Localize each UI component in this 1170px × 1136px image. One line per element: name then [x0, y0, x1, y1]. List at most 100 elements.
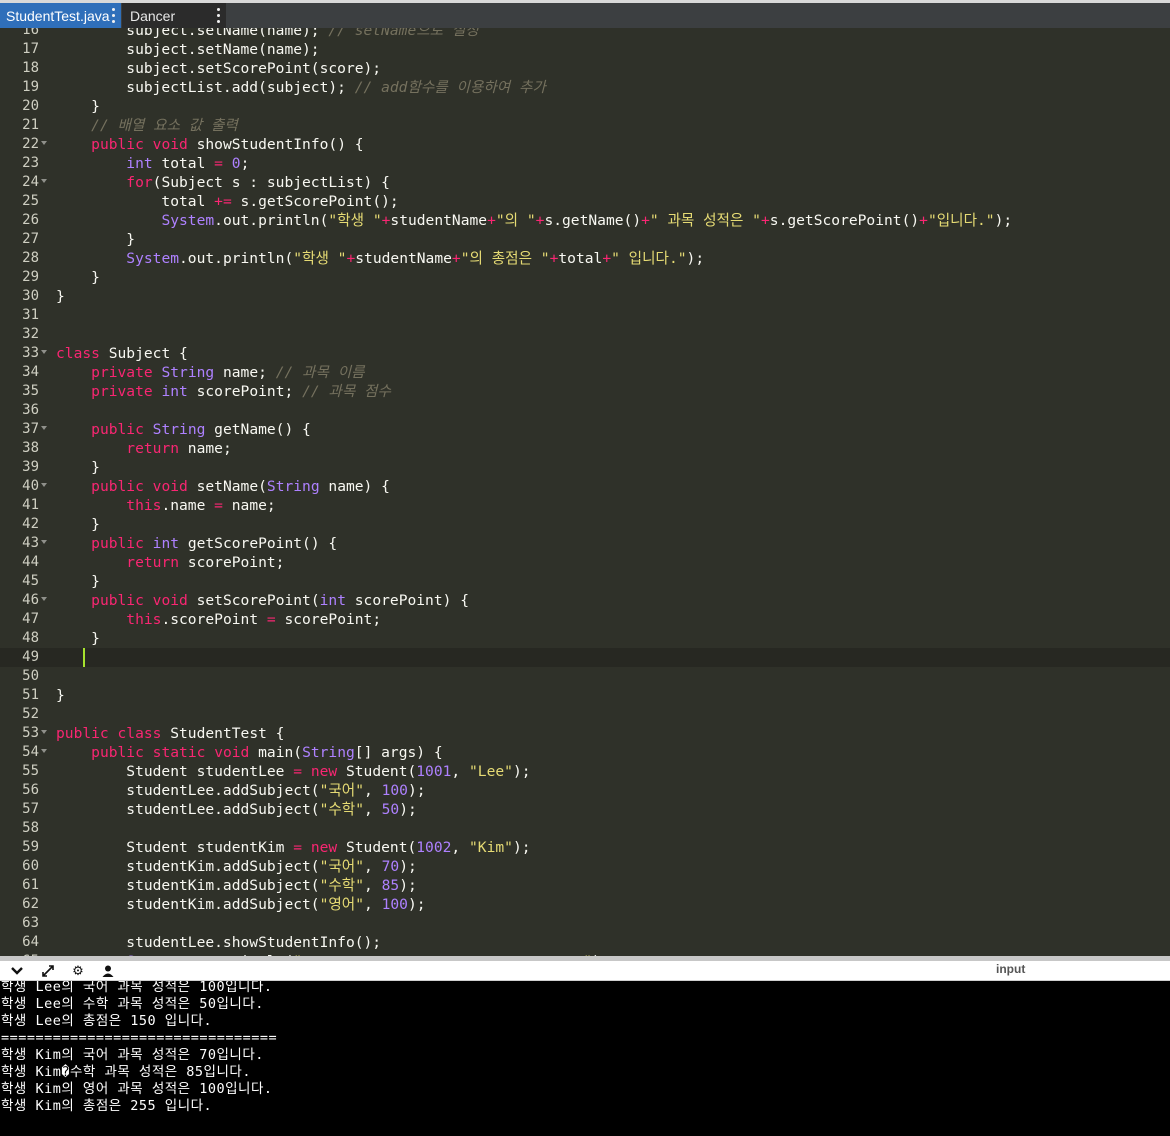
- code-line[interactable]: 50: [0, 667, 1170, 686]
- code-line[interactable]: 62 studentKim.addSubject("영어", 100);: [0, 895, 1170, 914]
- line-number: 48: [22, 630, 39, 646]
- code-line[interactable]: 29 }: [0, 268, 1170, 287]
- line-number: 23: [22, 155, 39, 171]
- code-text: subject.setName(name); // setName으로 설정: [56, 28, 479, 39]
- code-text: }: [56, 630, 100, 647]
- code-line[interactable]: 23 int total = 0;: [0, 154, 1170, 173]
- line-number: 55: [22, 763, 39, 779]
- code-line[interactable]: 51}: [0, 686, 1170, 705]
- line-number: 26: [22, 212, 39, 228]
- code-line[interactable]: 34 private String name; // 과목 이름: [0, 363, 1170, 382]
- code-line[interactable]: 45 }: [0, 572, 1170, 591]
- tab-bar: StudentTest.java Dancer: [0, 0, 1170, 28]
- fold-arrow-icon[interactable]: [41, 540, 47, 544]
- code-line[interactable]: 27 }: [0, 230, 1170, 249]
- code-line[interactable]: 48 }: [0, 629, 1170, 648]
- line-number: 53: [22, 725, 39, 741]
- code-line[interactable]: 44 return scorePoint;: [0, 553, 1170, 572]
- code-line[interactable]: 37 public String getName() {: [0, 420, 1170, 439]
- code-line[interactable]: 40 public void setName(String name) {: [0, 477, 1170, 496]
- console-line: 학생 Kim의 총점은 255 입니다.: [1, 1098, 213, 1114]
- fold-arrow-icon[interactable]: [41, 426, 47, 430]
- ide-window: StudentTest.java Dancer 16 subject.setNa…: [0, 0, 1170, 1136]
- code-line[interactable]: 63: [0, 914, 1170, 933]
- code-line[interactable]: 25 total += s.getScorePoint();: [0, 192, 1170, 211]
- fold-arrow-icon[interactable]: [41, 483, 47, 487]
- code-line[interactable]: 24 for(Subject s : subjectList) {: [0, 173, 1170, 192]
- code-line[interactable]: 21 // 배열 요소 값 출력: [0, 116, 1170, 135]
- code-line[interactable]: 53 public class StudentTest {: [0, 724, 1170, 743]
- code-line[interactable]: 58: [0, 819, 1170, 838]
- code-line[interactable]: 26 System.out.println("학생 "+studentName+…: [0, 211, 1170, 230]
- code-editor[interactable]: 16 subject.setName(name); // setName으로 설…: [0, 28, 1170, 956]
- gear-icon[interactable]: ⚙: [69, 962, 87, 980]
- code-text: studentKim.addSubject("수학", 85);: [56, 877, 417, 894]
- code-line[interactable]: 42 }: [0, 515, 1170, 534]
- code-line[interactable]: 59 Student studentKim = new Student(1002…: [0, 838, 1170, 857]
- code-text: Student studentLee = new Student(1001, "…: [56, 763, 531, 780]
- code-text: studentKim.addSubject("영어", 100);: [56, 896, 426, 913]
- fold-arrow-icon[interactable]: [41, 749, 47, 753]
- code-line[interactable]: 30}: [0, 287, 1170, 306]
- line-number: 52: [22, 706, 39, 722]
- code-line[interactable]: 16 subject.setName(name); // setName으로 설…: [0, 28, 1170, 40]
- code-line[interactable]: 31: [0, 306, 1170, 325]
- line-number: 33: [22, 345, 39, 361]
- code-line[interactable]: 33 class Subject {: [0, 344, 1170, 363]
- code-line[interactable]: 61 studentKim.addSubject("수학", 85);: [0, 876, 1170, 895]
- code-line[interactable]: 49: [0, 648, 1170, 667]
- code-line[interactable]: 20 }: [0, 97, 1170, 116]
- code-line[interactable]: 38 return name;: [0, 439, 1170, 458]
- code-text: private String name; // 과목 이름: [91, 364, 365, 381]
- code-text: this.scorePoint = scorePoint;: [126, 611, 382, 628]
- code-line[interactable]: 60 studentKim.addSubject("국어", 70);: [0, 857, 1170, 876]
- code-line[interactable]: 47 this.scorePoint = scorePoint;: [0, 610, 1170, 629]
- fold-arrow-icon[interactable]: [41, 730, 47, 734]
- code-line[interactable]: 52: [0, 705, 1170, 724]
- fold-arrow-icon[interactable]: [41, 141, 47, 145]
- code-line[interactable]: 39 }: [0, 458, 1170, 477]
- line-number: 61: [22, 877, 39, 893]
- line-number: 22: [22, 136, 39, 152]
- code-line[interactable]: 35 private int scorePoint; // 과목 점수: [0, 382, 1170, 401]
- line-number: 44: [22, 554, 39, 570]
- code-line[interactable]: 36: [0, 401, 1170, 420]
- user-icon[interactable]: [99, 962, 117, 980]
- code-text: this.name = name;: [126, 497, 276, 514]
- code-line[interactable]: 41 this.name = name;: [0, 496, 1170, 515]
- code-line[interactable]: 32: [0, 325, 1170, 344]
- line-number: 60: [22, 858, 39, 874]
- tab-menu-icon[interactable]: [216, 6, 220, 24]
- tab-studenttest-java[interactable]: StudentTest.java: [0, 3, 121, 28]
- line-number: 62: [22, 896, 39, 912]
- code-text: public void showStudentInfo() {: [91, 136, 364, 153]
- code-line[interactable]: 18 subject.setScorePoint(score);: [0, 59, 1170, 78]
- line-number: 35: [22, 383, 39, 399]
- code-line[interactable]: 64 studentLee.showStudentInfo();: [0, 933, 1170, 952]
- code-text: for(Subject s : subjectList) {: [126, 174, 390, 191]
- fold-arrow-icon[interactable]: [41, 350, 47, 354]
- code-line[interactable]: 55 Student studentLee = new Student(1001…: [0, 762, 1170, 781]
- code-line[interactable]: 56 studentLee.addSubject("국어", 100);: [0, 781, 1170, 800]
- fold-arrow-icon[interactable]: [41, 597, 47, 601]
- expand-icon[interactable]: [39, 962, 57, 980]
- code-line[interactable]: 57 studentLee.addSubject("수학", 50);: [0, 800, 1170, 819]
- tab-menu-icon[interactable]: [111, 6, 115, 24]
- line-number: 27: [22, 231, 39, 247]
- code-text: public static void main(String[] args) {: [91, 744, 443, 761]
- fold-arrow-icon[interactable]: [41, 179, 47, 183]
- code-line[interactable]: 46 public void setScorePoint(int scorePo…: [0, 591, 1170, 610]
- tab-dancer[interactable]: Dancer: [122, 3, 226, 28]
- code-line[interactable]: 17 subject.setName(name);: [0, 40, 1170, 59]
- line-number: 18: [22, 60, 39, 76]
- line-number: 46: [22, 592, 39, 608]
- chevron-down-icon[interactable]: [8, 962, 26, 980]
- code-line[interactable]: 28 System.out.println("학생 "+studentName+…: [0, 249, 1170, 268]
- code-line[interactable]: 43 public int getScorePoint() {: [0, 534, 1170, 553]
- code-line[interactable]: 54 public static void main(String[] args…: [0, 743, 1170, 762]
- code-text: public int getScorePoint() {: [91, 535, 338, 552]
- code-line[interactable]: 19 subjectList.add(subject); // add함수를 이…: [0, 78, 1170, 97]
- input-label[interactable]: input: [996, 962, 1025, 976]
- code-line[interactable]: 22 public void showStudentInfo() {: [0, 135, 1170, 154]
- line-number: 29: [22, 269, 39, 285]
